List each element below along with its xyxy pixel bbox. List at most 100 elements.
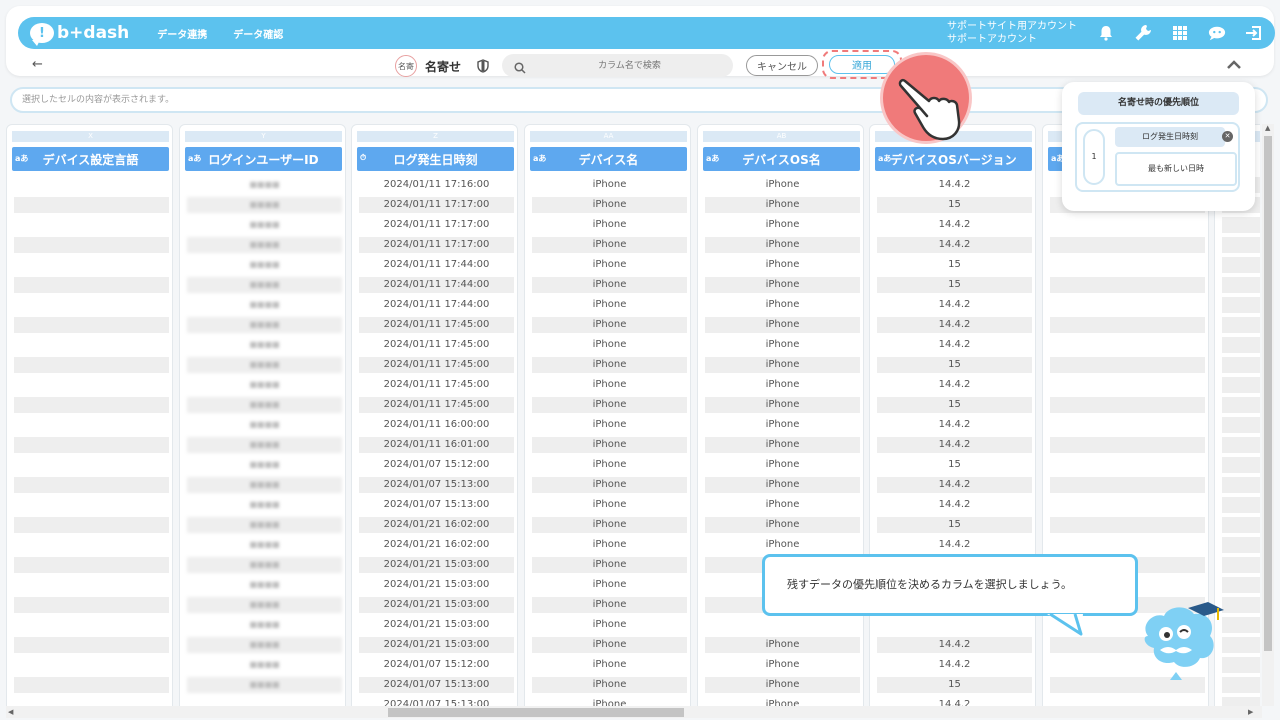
table-cell[interactable] (14, 257, 169, 273)
table-cell[interactable] (14, 517, 169, 533)
table-cell[interactable]: iPhone (532, 217, 687, 233)
table-cell[interactable] (14, 417, 169, 433)
table-cell[interactable]: 2024/01/07 15:13:00 (359, 497, 514, 513)
table-cell[interactable]: 2024/01/07 15:13:00 (359, 677, 514, 693)
table-cell[interactable]: 14.4.2 (877, 177, 1032, 193)
table-cell[interactable]: 2024/01/07 15:12:00 (359, 657, 514, 673)
table-cell[interactable] (14, 397, 169, 413)
table-cell[interactable] (1222, 477, 1260, 493)
table-cell[interactable]: 14.4.2 (877, 697, 1032, 706)
table-cell[interactable] (1050, 377, 1205, 393)
table-cell[interactable] (14, 237, 169, 253)
table-cell[interactable]: 15 (877, 677, 1032, 693)
table-cell[interactable] (877, 617, 1032, 633)
table-cell[interactable]: iPhone (705, 657, 860, 673)
table-cell[interactable]: iPhone (532, 617, 687, 633)
table-cell[interactable] (1050, 337, 1205, 353)
table-cell[interactable]: ■■■■ (187, 637, 342, 653)
table-cell[interactable]: ■■■■ (187, 277, 342, 293)
table-cell[interactable] (14, 317, 169, 333)
table-cell[interactable]: ■■■■ (187, 437, 342, 453)
scroll-left-icon[interactable]: ◀ (8, 708, 13, 716)
table-cell[interactable]: iPhone (532, 657, 687, 673)
table-cell[interactable]: iPhone (532, 237, 687, 253)
table-cell[interactable] (1222, 337, 1260, 353)
table-cell[interactable] (14, 457, 169, 473)
table-cell[interactable]: 2024/01/11 17:17:00 (359, 217, 514, 233)
table-cell[interactable]: 14.4.2 (877, 477, 1032, 493)
table-cell[interactable]: 2024/01/21 15:03:00 (359, 637, 514, 653)
table-cell[interactable]: ■■■■ (187, 517, 342, 533)
table-cell[interactable] (1222, 657, 1260, 673)
table-cell[interactable] (1222, 557, 1260, 573)
table-cell[interactable]: ■■■■ (187, 237, 342, 253)
table-cell[interactable]: ■■■■ (187, 317, 342, 333)
table-cell[interactable]: 2024/01/11 17:16:00 (359, 177, 514, 193)
table-cell[interactable]: iPhone (705, 417, 860, 433)
table-cell[interactable] (1222, 517, 1260, 533)
priority-mode[interactable]: 最も新しい日時 (1115, 152, 1237, 186)
vertical-scrollbar[interactable]: ▲ (1262, 124, 1274, 706)
table-cell[interactable]: 14.4.2 (877, 657, 1032, 673)
table-cell[interactable]: 15 (877, 457, 1032, 473)
table-cell[interactable]: iPhone (532, 697, 687, 706)
table-cell[interactable] (705, 617, 860, 633)
table-cell[interactable]: 14.4.2 (877, 437, 1032, 453)
table-cell[interactable]: iPhone (705, 317, 860, 333)
table-cell[interactable] (14, 617, 169, 633)
table-cell[interactable]: ■■■■ (187, 417, 342, 433)
table-cell[interactable]: iPhone (705, 357, 860, 373)
table-cell[interactable] (1050, 357, 1205, 373)
table-cell[interactable]: 14.4.2 (877, 317, 1032, 333)
table-cell[interactable] (1222, 297, 1260, 313)
table-cell[interactable] (1222, 637, 1260, 653)
table-cell[interactable]: iPhone (705, 477, 860, 493)
table-cell[interactable]: iPhone (532, 177, 687, 193)
table-cell[interactable]: 2024/01/21 15:03:00 (359, 557, 514, 573)
table-cell[interactable] (1222, 277, 1260, 293)
table-cell[interactable]: 2024/01/07 15:12:00 (359, 457, 514, 473)
table-cell[interactable]: iPhone (532, 257, 687, 273)
table-cell[interactable] (1222, 257, 1260, 273)
priority-column[interactable]: ログ発生日時刻 (1115, 127, 1225, 147)
table-cell[interactable] (1222, 377, 1260, 393)
table-cell[interactable] (1222, 417, 1260, 433)
table-cell[interactable]: iPhone (705, 197, 860, 213)
table-cell[interactable] (14, 637, 169, 653)
table-cell[interactable]: 14.4.2 (877, 497, 1032, 513)
logo[interactable]: ! b+dash (30, 23, 129, 46)
table-cell[interactable]: 15 (877, 517, 1032, 533)
table-cell[interactable]: iPhone (532, 437, 687, 453)
table-cell[interactable]: 2024/01/21 15:03:00 (359, 617, 514, 633)
column-header[interactable]: aあ デバイスOSバージョン (875, 147, 1032, 171)
table-cell[interactable]: 14.4.2 (877, 237, 1032, 253)
table-cell[interactable]: iPhone (532, 477, 687, 493)
table-cell[interactable]: ■■■■ (187, 457, 342, 473)
table-cell[interactable] (14, 697, 169, 706)
table-cell[interactable]: iPhone (705, 677, 860, 693)
table-cell[interactable]: 2024/01/11 17:45:00 (359, 397, 514, 413)
nav-data-check[interactable]: データ確認 (233, 26, 283, 41)
column-header[interactable]: aあ デバイス設定言語 (12, 147, 169, 171)
table-cell[interactable] (1222, 617, 1260, 633)
table-cell[interactable] (1222, 457, 1260, 473)
table-cell[interactable]: iPhone (532, 317, 687, 333)
table-cell[interactable]: iPhone (705, 217, 860, 233)
table-cell[interactable]: 2024/01/11 17:45:00 (359, 317, 514, 333)
table-cell[interactable] (1050, 697, 1205, 706)
table-cell[interactable] (14, 177, 169, 193)
table-cell[interactable] (1050, 537, 1205, 553)
table-cell[interactable] (1222, 537, 1260, 553)
table-cell[interactable]: iPhone (532, 297, 687, 313)
table-cell[interactable]: 14.4.2 (877, 337, 1032, 353)
table-cell[interactable] (1222, 217, 1260, 233)
table-cell[interactable] (1222, 237, 1260, 253)
table-cell[interactable]: ■■■■ (187, 617, 342, 633)
table-cell[interactable]: iPhone (705, 437, 860, 453)
cancel-button[interactable]: キャンセル (746, 55, 818, 76)
table-cell[interactable]: iPhone (532, 417, 687, 433)
table-cell[interactable] (187, 697, 342, 706)
table-cell[interactable] (1050, 497, 1205, 513)
table-cell[interactable]: 2024/01/11 17:45:00 (359, 357, 514, 373)
table-cell[interactable] (1050, 237, 1205, 253)
